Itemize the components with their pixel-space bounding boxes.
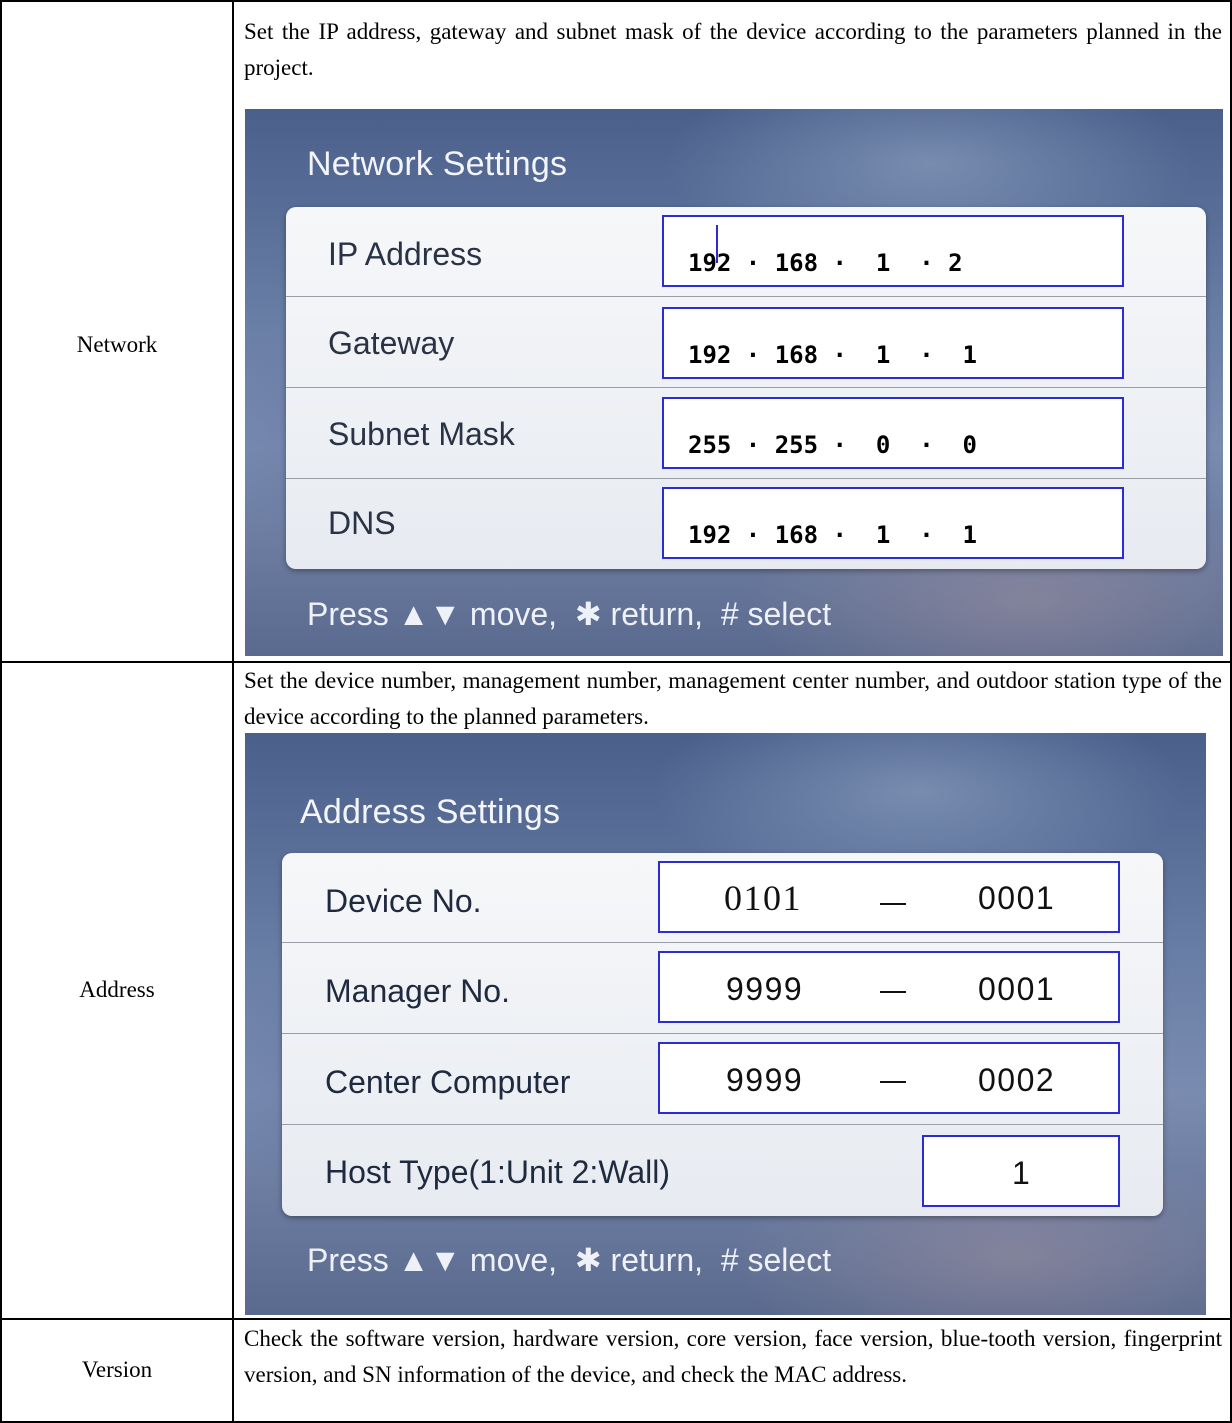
dash [880,1081,906,1083]
device-no-left: 0101 [724,878,802,918]
center-computer-left: 9999 [726,1062,804,1098]
host-type-value: 1 [1012,1155,1032,1191]
field-row-host-type[interactable]: Host Type(1:Unit 2:Wall) 1 [282,1124,1163,1216]
settings-panel: Device No. 0101 0001 Manager No. 9999 00… [282,853,1163,1216]
row-label-address: Address [79,977,155,1002]
field-row-ip-address[interactable]: IP Address 192 · 168 · 1 · 2 [286,207,1206,296]
gateway-value: 192 · 168 · 1 · 1 [688,341,977,369]
field-label: Gateway [328,325,455,361]
table-border-top [0,0,1232,2]
dash [880,903,906,905]
field-label: Subnet Mask [328,416,515,452]
field-label: Center Computer [325,1064,571,1100]
settings-panel: IP Address 192 · 168 · 1 · 2 Gateway 192… [286,207,1206,569]
manager-no-right: 0001 [978,971,1056,1007]
gateway-input[interactable]: 192 · 168 · 1 · 1 [662,307,1124,379]
field-label: IP Address [328,236,483,272]
key-hint: Press ▲▼ move, ✱ return, # select [307,596,832,632]
ip-address-input[interactable]: 192 · 168 · 1 · 2 [662,215,1124,287]
address-description: Set the device number, management number… [244,668,1222,729]
field-row-dns[interactable]: DNS 192 · 168 · 1 · 1 [286,478,1206,569]
row-label-version: Version [81,1357,153,1382]
table-border-left [0,0,2,1423]
device-no-input[interactable]: 0101 0001 [658,861,1120,933]
field-label: Host Type(1:Unit 2:Wall) [325,1154,670,1190]
field-row-gateway[interactable]: Gateway 192 · 168 · 1 · 1 [286,296,1206,388]
manager-no-input[interactable]: 9999 0001 [658,951,1120,1023]
network-settings-screen: Network Settings IP Address 192 · 168 · … [245,109,1223,656]
device-no-right: 0001 [978,880,1056,916]
subnet-mask-value: 255 · 255 · 0 · 0 [688,431,977,459]
screen-title: Address Settings [300,793,561,831]
key-hint: Press ▲▼ move, ✱ return, # select [307,1242,832,1278]
manager-no-left: 9999 [726,971,804,1007]
subnet-mask-input[interactable]: 255 · 255 · 0 · 0 [662,397,1124,469]
field-row-manager-no[interactable]: Manager No. 9999 0001 [282,942,1163,1034]
dns-value: 192 · 168 · 1 · 1 [688,521,977,549]
host-type-input[interactable]: 1 [922,1135,1120,1207]
screen-title: Network Settings [307,145,568,183]
address-settings-screen: Address Settings Device No. 0101 0001 Ma… [245,733,1206,1315]
field-label: DNS [328,505,396,541]
dns-input[interactable]: 192 · 168 · 1 · 1 [662,487,1124,559]
row-label-network: Network [76,332,158,357]
table-column-divider [232,0,234,1423]
field-row-center-computer[interactable]: Center Computer 9999 0002 [282,1033,1163,1125]
field-row-device-no[interactable]: Device No. 0101 0001 [282,853,1163,942]
center-computer-input[interactable]: 9999 0002 [658,1042,1120,1114]
field-label: Device No. [325,883,482,919]
settings-table: Network Set the IP address, gateway and … [0,0,1232,1423]
center-computer-right: 0002 [978,1062,1056,1098]
network-description: Set the IP address, gateway and subnet m… [244,19,1222,80]
dash [880,991,906,993]
ip-address-value: 192 · 168 · 1 · 2 [688,249,963,277]
version-description: Check the software version, hardware ver… [244,1326,1222,1387]
field-row-subnet-mask[interactable]: Subnet Mask 255 · 255 · 0 · 0 [286,387,1206,479]
field-label: Manager No. [325,973,510,1009]
table-row-divider [0,1318,1232,1320]
